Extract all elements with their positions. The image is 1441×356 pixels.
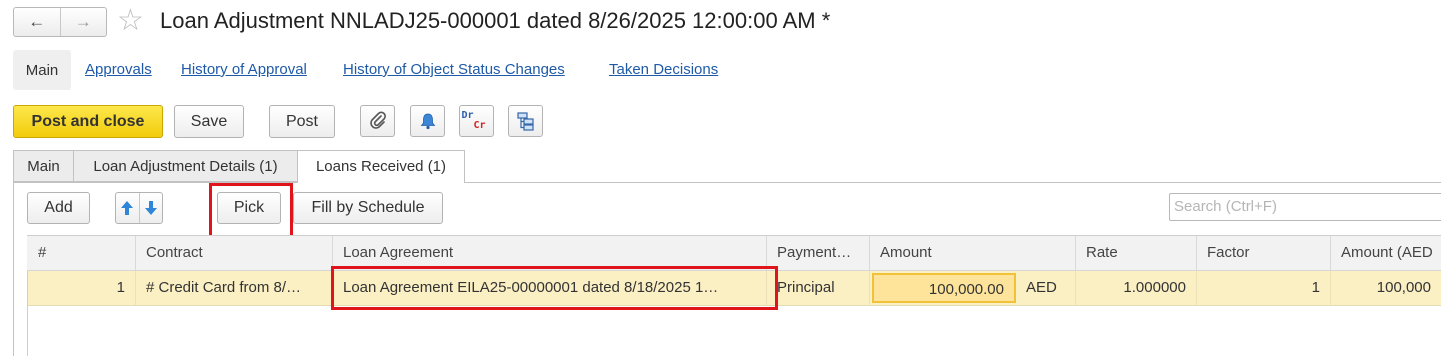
hierarchy-icon: [516, 112, 534, 131]
save-button[interactable]: Save: [174, 105, 244, 138]
column-header-number[interactable]: #: [28, 236, 136, 270]
row-amount-aed-cell[interactable]: 100,000: [1331, 271, 1441, 305]
forward-arrow-icon[interactable]: →: [59, 8, 107, 36]
column-header-amount-aed[interactable]: Amount (AED: [1331, 236, 1441, 270]
search-input[interactable]: Search (Ctrl+F): [1169, 193, 1441, 221]
loan-agreement-highlight-box: [331, 266, 778, 310]
favorite-star-icon[interactable]: ☆: [117, 4, 144, 38]
column-header-payment[interactable]: Payment…: [767, 236, 870, 270]
row-rate-cell[interactable]: 1.000000: [1076, 271, 1197, 305]
arrow-down-icon: [144, 201, 157, 215]
section-taken-decisions-link[interactable]: Taken Decisions: [609, 61, 718, 78]
column-header-factor[interactable]: Factor: [1197, 236, 1331, 270]
post-button[interactable]: Post: [269, 105, 335, 138]
section-history-of-approval-link[interactable]: History of Approval: [181, 61, 307, 78]
move-down-button[interactable]: [140, 193, 163, 223]
row-currency-cell[interactable]: AED: [1016, 271, 1076, 305]
section-history-of-object-status-changes-link[interactable]: History of Object Status Changes: [343, 61, 565, 78]
tab-loans-received[interactable]: Loans Received (1): [297, 150, 465, 183]
column-header-amount[interactable]: Amount: [870, 236, 1076, 270]
attachments-button[interactable]: [360, 105, 395, 137]
bell-icon: [420, 113, 435, 130]
move-up-button[interactable]: [116, 193, 140, 223]
pick-highlight-box: [209, 183, 293, 238]
paperclip-icon: [369, 111, 386, 129]
move-buttons: [115, 192, 163, 224]
tab-panel-border: [13, 182, 14, 356]
column-header-rate[interactable]: Rate: [1076, 236, 1197, 270]
column-header-contract[interactable]: Contract: [136, 236, 333, 270]
column-header-loan-agreement[interactable]: Loan Agreement: [333, 236, 767, 270]
arrow-up-icon: [121, 201, 134, 215]
row-number-cell[interactable]: 1: [28, 271, 136, 305]
history-nav: ← →: [13, 7, 107, 37]
tab-main[interactable]: Main: [13, 150, 74, 182]
tab-loan-adjustment-details[interactable]: Loan Adjustment Details (1): [73, 150, 298, 182]
post-and-close-button[interactable]: Post and close: [13, 105, 163, 138]
row-amount-cell[interactable]: 100,000.00: [872, 273, 1016, 303]
window-title: Loan Adjustment NNLADJ25-000001 dated 8/…: [160, 8, 831, 33]
fill-by-schedule-button[interactable]: Fill by Schedule: [293, 192, 443, 224]
row-factor-cell[interactable]: 1: [1197, 271, 1331, 305]
add-button[interactable]: Add: [27, 192, 90, 224]
structure-button[interactable]: [508, 105, 543, 137]
dr-cr-entries-button[interactable]: Dr Cr: [459, 105, 494, 137]
section-approvals-link[interactable]: Approvals: [85, 61, 152, 78]
active-tab-gap: [298, 182, 464, 183]
dr-cr-icon: Dr Cr: [461, 110, 486, 131]
back-arrow-icon[interactable]: ←: [14, 8, 60, 36]
row-payment-cell[interactable]: Principal: [767, 271, 870, 305]
reminder-button[interactable]: [410, 105, 445, 137]
section-main[interactable]: Main: [13, 50, 71, 90]
row-contract-cell[interactable]: # Credit Card from 8/…: [136, 271, 333, 305]
